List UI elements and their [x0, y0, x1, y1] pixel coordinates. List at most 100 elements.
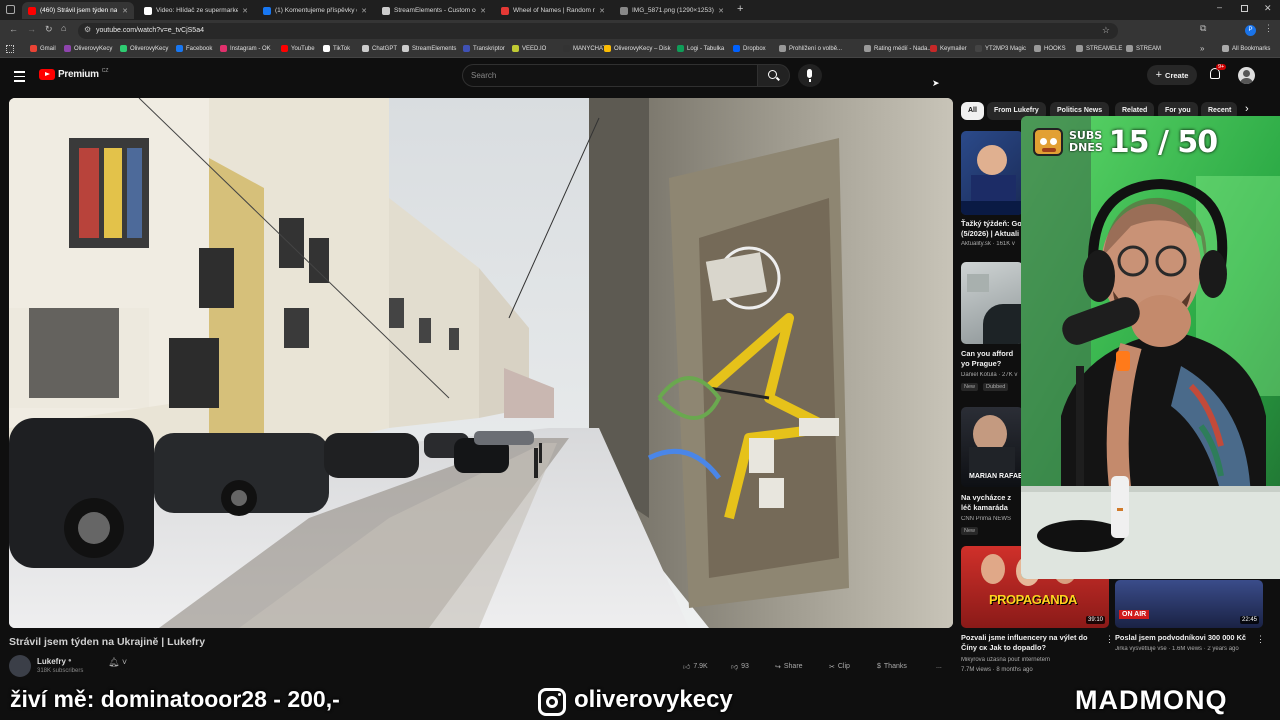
- bookmark-favicon-icon: [402, 45, 409, 52]
- create-button[interactable]: + Create: [1147, 65, 1197, 85]
- subscriber-count: 318K subscribers: [37, 668, 84, 674]
- video-player[interactable]: [9, 98, 953, 628]
- rec-thumbnail-3[interactable]: MARIAN RAFAE: [961, 407, 1023, 487]
- browser-tab-bar: (460) Strávil jsem týden na ✕ Video: Hlída…: [0, 0, 1280, 20]
- reload-icon[interactable]: ↻: [45, 24, 53, 35]
- bookmark-link[interactable]: STREAMELE: [1076, 45, 1122, 52]
- bookmark-link[interactable]: YT2MP3 Magic: [975, 45, 1026, 52]
- mascot-icon: [1033, 128, 1063, 156]
- bookmark-link[interactable]: Instagram - OK: [220, 45, 271, 52]
- minimize-icon[interactable]: –: [1217, 2, 1222, 12]
- voice-search-button[interactable]: [798, 64, 822, 87]
- bookmark-link[interactable]: ChatGPT: [362, 45, 397, 52]
- profile-avatar[interactable]: P: [1245, 25, 1256, 36]
- tab-search-icon[interactable]: [6, 5, 15, 14]
- maximize-icon[interactable]: [1241, 5, 1248, 12]
- bookmark-favicon-icon: [930, 45, 937, 52]
- back-icon[interactable]: ←: [9, 24, 18, 34]
- like-count: 7.9K: [693, 663, 708, 670]
- apps-grid-icon[interactable]: [6, 45, 14, 53]
- bookmark-star-icon[interactable]: ☆: [1102, 25, 1110, 36]
- tab-close-icon[interactable]: ✕: [480, 7, 486, 15]
- bookmark-link[interactable]: MANYCHAT: [563, 45, 606, 52]
- rec-title-3[interactable]: Na vycházce z léč kamaráda Viléma: [961, 493, 1023, 513]
- bookmark-link[interactable]: VEED.IO: [512, 45, 546, 52]
- rec-more-icon-5[interactable]: ⋮: [1256, 634, 1265, 645]
- home-icon[interactable]: ⌂: [61, 23, 66, 33]
- bookmark-link[interactable]: TikTok: [323, 45, 350, 52]
- notifications-button[interactable]: 9+: [1210, 64, 1227, 79]
- bookmark-link[interactable]: OliverovyKecy: [120, 45, 168, 52]
- browser-tab[interactable]: (460) Strávil jsem týden na ✕: [22, 2, 134, 19]
- browser-tab[interactable]: (1) Komentujeme příspěvky de ✕: [257, 2, 373, 19]
- browser-tab[interactable]: Wheel of Names | Random nam✕: [495, 2, 611, 19]
- new-tab-button[interactable]: +: [737, 3, 743, 15]
- bookmark-link[interactable]: Rating médií - Nada...: [864, 45, 932, 52]
- browser-menu-icon[interactable]: ⋮: [1264, 23, 1273, 34]
- rec-thumbnail-1[interactable]: [961, 131, 1023, 215]
- bookmark-link[interactable]: Facebook: [176, 45, 212, 52]
- search-button[interactable]: [757, 64, 790, 87]
- rec-title-2[interactable]: Can you afford yo Prague?: [961, 349, 1023, 369]
- all-bookmarks-link[interactable]: All Bookmarks: [1222, 45, 1270, 52]
- rec-dubbed-badge-2: Dubbed: [983, 383, 1009, 391]
- dislike-button[interactable]: 👎︎ 93: [731, 658, 749, 675]
- bookmark-link[interactable]: Prohlížení o volbě...: [779, 45, 842, 52]
- rec-title-1[interactable]: Ťažký týždeň: Go (5/2026) | Aktuali: [961, 219, 1023, 239]
- share-button[interactable]: ↪ Share: [775, 658, 803, 675]
- rec-meta-4: 7.7M views · 8 months ago: [961, 667, 1033, 673]
- browser-tab[interactable]: StreamElements - Custom com ✕: [376, 2, 492, 19]
- site-info-icon[interactable]: ⚙: [84, 25, 91, 34]
- tab-label: (1) Komentujeme příspěvky de: [275, 7, 358, 14]
- browser-tab[interactable]: IMG_5871.png (1290×1253) ✕: [614, 2, 730, 19]
- subscribe-bell-button[interactable]: 🔔︎ ˅: [108, 657, 127, 668]
- like-button[interactable]: 👍︎ 7.9K: [683, 658, 708, 675]
- tab-close-icon[interactable]: ✕: [599, 7, 605, 15]
- bookmark-link[interactable]: StreamElements: [402, 45, 456, 52]
- tab-close-icon[interactable]: ✕: [122, 7, 128, 15]
- tab-favicon-icon: [28, 6, 36, 15]
- account-avatar[interactable]: [1238, 67, 1255, 84]
- rec-thumbnail-2[interactable]: [961, 262, 1023, 344]
- browser-tab[interactable]: Video: Hlídač ze supermarketu ✕: [138, 2, 254, 19]
- channel-avatar[interactable]: [9, 655, 31, 677]
- bookmark-link[interactable]: Logi - Tabulka: [677, 45, 724, 52]
- bookmark-link[interactable]: Dropbox: [733, 45, 766, 52]
- tab-close-icon[interactable]: ✕: [361, 7, 367, 15]
- rec-thumbnail-5[interactable]: ON AIR 22:45: [1115, 580, 1263, 628]
- rec-title-5[interactable]: Poslal jsem podvodníkovi 300 000 Kč: [1115, 633, 1255, 643]
- more-actions-button[interactable]: ...: [936, 658, 942, 675]
- filter-chip[interactable]: All: [961, 102, 984, 120]
- tab-close-icon[interactable]: ✕: [718, 7, 724, 15]
- url-input[interactable]: ⚙ youtube.com/watch?v=e_tvCjS5a4 ☆: [78, 23, 1118, 39]
- bookmark-link[interactable]: Transkriptor: [463, 45, 505, 52]
- clip-button[interactable]: ✂ Clip: [829, 658, 850, 675]
- channel-name[interactable]: Lukefry: [37, 657, 66, 666]
- close-window-icon[interactable]: ✕: [1264, 3, 1272, 14]
- stream-overlay-bar: živí mě: dominatooor28 - 200,- oliverovy…: [0, 680, 1280, 720]
- bookmark-link[interactable]: OliverovyKecy: [64, 45, 112, 52]
- bookmark-link[interactable]: Gmail: [30, 45, 56, 52]
- hamburger-menu-icon[interactable]: [14, 71, 25, 82]
- bookmark-link[interactable]: YouTube: [281, 45, 315, 52]
- forward-icon[interactable]: →: [27, 24, 36, 34]
- tab-close-icon[interactable]: ✕: [242, 7, 248, 15]
- bookmarks-overflow-icon[interactable]: »: [1200, 44, 1204, 53]
- bookmark-label: Facebook: [186, 45, 213, 52]
- bookmark-link[interactable]: HOOKS: [1034, 45, 1066, 52]
- tab-favicon-icon: [144, 6, 152, 15]
- bookmark-favicon-icon: [323, 45, 330, 52]
- bookmark-link[interactable]: STREAM: [1126, 45, 1161, 52]
- youtube-premium-logo[interactable]: Premium CZ: [39, 68, 108, 80]
- search-input[interactable]: Search: [462, 64, 758, 87]
- extensions-icon[interactable]: ⧉: [1200, 23, 1206, 34]
- bookmark-link[interactable]: OliverovyKecy – Disk: [604, 45, 671, 52]
- dnes-label: DNES: [1069, 141, 1103, 154]
- rec-thumb-text-3: MARIAN RAFAE: [969, 473, 1023, 480]
- bookmark-link[interactable]: Keymailer: [930, 45, 967, 52]
- tab-favicon-icon: [263, 6, 271, 15]
- rec-more-icon-4[interactable]: ⋮: [1105, 634, 1114, 645]
- chips-next-chevron-icon[interactable]: ›: [1245, 103, 1249, 115]
- rec-title-4[interactable]: Pozvali jsme influencery na výlet do Čín…: [961, 633, 1101, 653]
- thanks-button[interactable]: $ Thanks: [877, 658, 907, 675]
